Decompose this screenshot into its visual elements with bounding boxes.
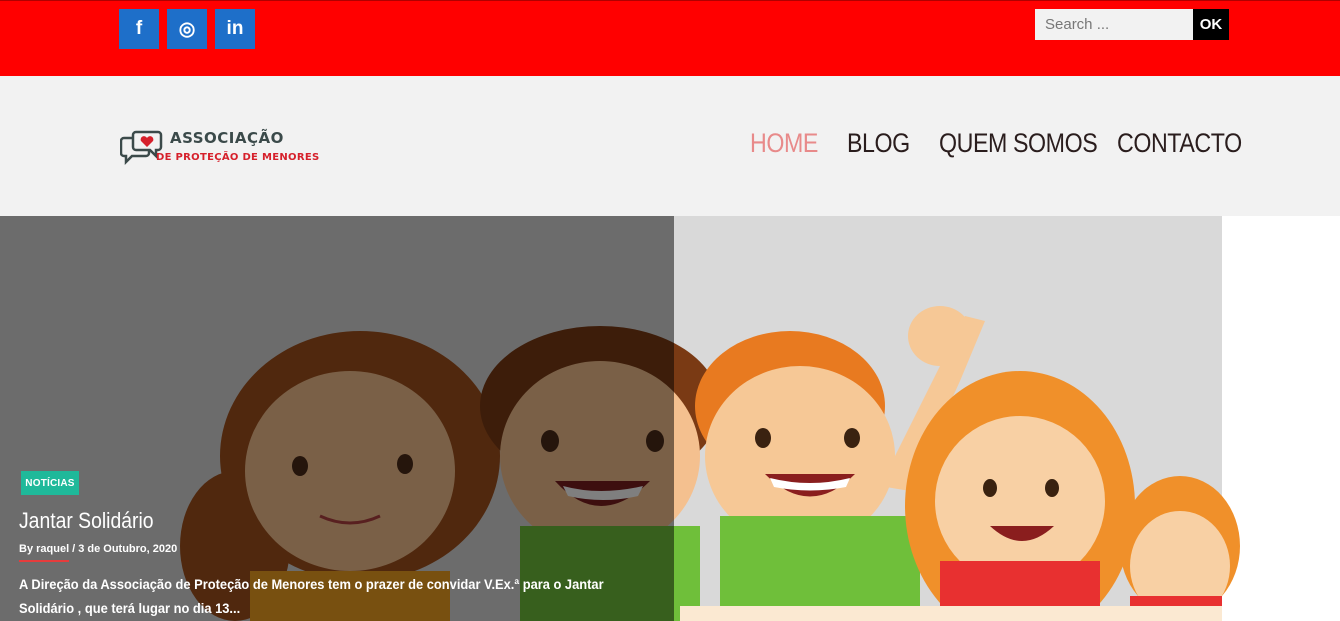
nav-quem-somos[interactable]: QUEM SOMOS — [939, 128, 1098, 159]
linkedin-icon[interactable]: in — [215, 9, 255, 49]
nav-home[interactable]: HOME — [750, 128, 818, 159]
logo-subtitle: DE PROTEÇÃO DE MENORES — [156, 152, 320, 163]
instagram-icon[interactable]: ◎ — [167, 9, 207, 49]
post-excerpt: A Direção da Associação de Proteção de M… — [19, 576, 604, 616]
post-author[interactable]: By raquel — [19, 543, 69, 555]
site-logo[interactable]: ASSOCIAÇÃO DE PROTEÇÃO DE MENORES — [120, 126, 320, 171]
meta-underline — [19, 560, 69, 562]
hero-slider[interactable]: NOTÍCIAS Jantar Solidário By raquel/3 de… — [0, 216, 1340, 621]
top-bar: f ◎ in OK — [0, 0, 1340, 76]
post-date[interactable]: 3 de Outubro, 2020 — [78, 543, 177, 555]
post-overlay — [0, 216, 674, 621]
post-title[interactable]: Jantar Solidário — [19, 508, 154, 534]
facebook-icon[interactable]: f — [119, 9, 159, 49]
search-input[interactable] — [1035, 9, 1193, 40]
logo-speech-bubbles-icon — [120, 130, 163, 166]
nav-blog[interactable]: BLOG — [847, 128, 910, 159]
meta-separator: / — [72, 543, 76, 555]
category-badge[interactable]: NOTÍCIAS — [21, 471, 79, 495]
site-header: ASSOCIAÇÃO DE PROTEÇÃO DE MENORES HOME B… — [0, 76, 1340, 216]
search-button[interactable]: OK — [1193, 9, 1229, 40]
post-meta: By raquel/3 de Outubro, 2020 — [19, 543, 177, 555]
logo-title: ASSOCIAÇÃO — [170, 129, 284, 147]
nav-contacto[interactable]: CONTACTO — [1117, 128, 1242, 159]
